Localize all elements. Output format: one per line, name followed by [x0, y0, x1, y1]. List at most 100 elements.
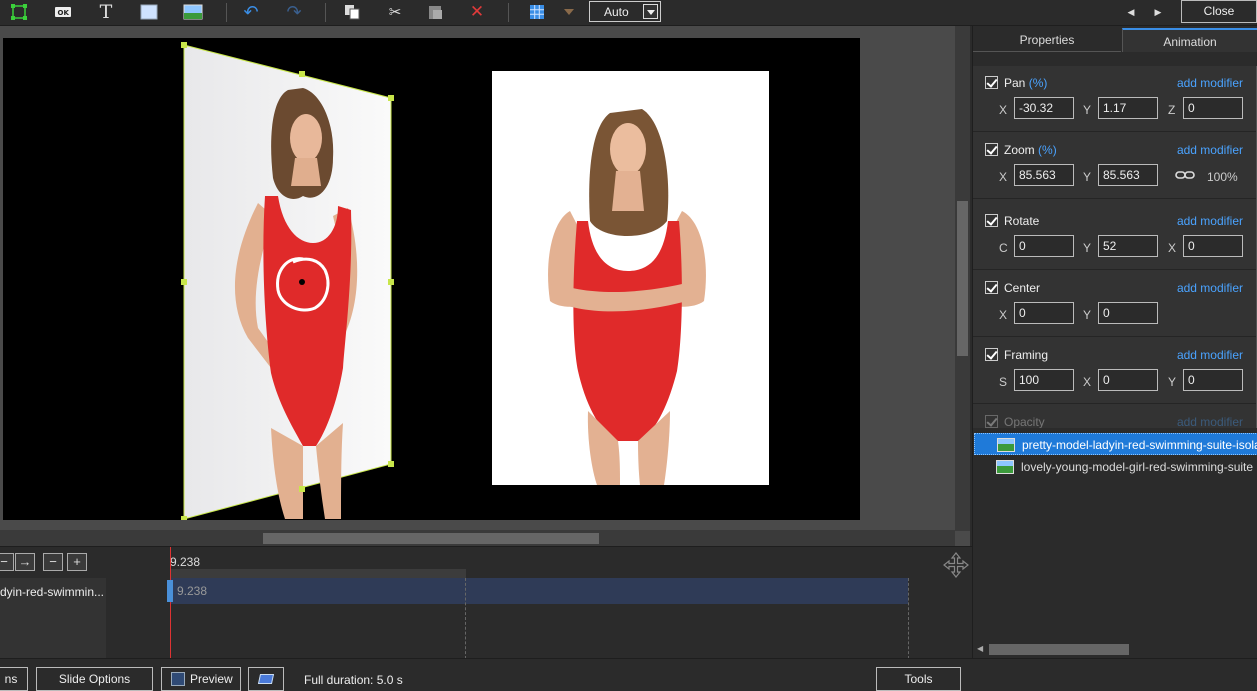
image-icon [997, 438, 1015, 452]
scroll-thumb[interactable] [263, 533, 599, 544]
zoom-title: Zoom [1004, 143, 1035, 157]
copy-icon[interactable] [341, 2, 363, 22]
rotate-y-field[interactable]: 52 [1098, 235, 1158, 257]
opacity-add-modifier-link[interactable]: add modifier [1177, 415, 1243, 428]
move-icon[interactable] [942, 551, 970, 579]
ok-button-icon[interactable]: OK [52, 2, 74, 22]
opacity-checkbox[interactable] [985, 415, 998, 428]
timeline-left-button[interactable]: − [0, 553, 14, 571]
center-x-field[interactable]: 0 [1014, 302, 1074, 324]
image-icon [996, 460, 1014, 474]
zoom-y-field[interactable]: 85.563 [1098, 164, 1158, 186]
pan-z-label: Z [1168, 103, 1176, 117]
list-horizontal-scrollbar[interactable]: ◀ [973, 641, 1257, 657]
canvas-horizontal-scrollbar[interactable] [0, 530, 955, 546]
framing-x-field[interactable]: 0 [1098, 369, 1158, 391]
center-add-modifier-link[interactable]: add modifier [1177, 281, 1243, 295]
center-y-field[interactable]: 0 [1098, 302, 1158, 324]
playhead[interactable] [170, 547, 171, 659]
pan-checkbox[interactable] [985, 76, 998, 89]
opacity-title: Opacity [1004, 415, 1045, 428]
rotate-checkbox[interactable] [985, 214, 998, 227]
rotate-c-label: C [999, 241, 1008, 255]
timeline-time: 9.238 [170, 555, 201, 569]
screen-button[interactable] [248, 667, 284, 691]
timeline-range [170, 569, 466, 578]
playhead-handle[interactable] [167, 580, 173, 602]
close-button[interactable]: Close [1181, 0, 1257, 23]
scroll-thumb[interactable] [957, 201, 968, 356]
rectangle-icon[interactable] [138, 2, 160, 22]
list-item[interactable]: pretty-model-ladyin-red-swimming-suite-i… [974, 433, 1257, 455]
tab-animation[interactable]: Animation [1122, 28, 1257, 52]
framing-y-field[interactable]: 0 [1183, 369, 1243, 391]
prev-arrow-icon[interactable]: ◀ [1120, 2, 1142, 22]
delete-icon[interactable]: ✕ [466, 2, 488, 22]
toolbar: OK T ↶ ↷ ✂ ✕ Auto ◀ ▶ Close [0, 0, 1257, 26]
full-duration: Full duration: 5.0 s [304, 673, 403, 687]
pan-x-field[interactable]: -30.32 [1014, 97, 1074, 119]
pan-y-field[interactable]: 1.17 [1098, 97, 1158, 119]
list-item[interactable]: lovely-young-model-girl-red-swimming-sui… [974, 456, 1257, 478]
auto-select-value: Auto [604, 5, 629, 19]
framing-checkbox[interactable] [985, 348, 998, 361]
clip-time: 9.238 [177, 584, 208, 598]
text-icon[interactable]: T [95, 1, 117, 23]
framing-section: Framing add modifier S 100 X 0 Y 0 [973, 338, 1256, 404]
grid-icon[interactable] [526, 2, 548, 22]
pan-section: Pan (%) add modifier X -30.32 Y 1.17 Z 0 [973, 66, 1256, 132]
rotate-c-field[interactable]: 0 [1014, 235, 1074, 257]
frame-icon[interactable] [8, 2, 30, 22]
list-item-name: lovely-young-model-girl-red-swimming-sui… [1021, 460, 1254, 474]
arrow-down-icon[interactable] [558, 2, 580, 22]
pan-add-modifier-link[interactable]: add modifier [1177, 76, 1243, 90]
zoom-out-button[interactable]: − [43, 553, 63, 571]
framing-s-label: S [999, 375, 1008, 389]
pan-x-label: X [999, 103, 1008, 117]
chevron-down-icon[interactable] [643, 4, 658, 19]
track-name: dyin-red-swimmin... [0, 585, 105, 599]
rotate-add-modifier-link[interactable]: add modifier [1177, 214, 1243, 228]
zoom-add-modifier-link[interactable]: add modifier [1177, 143, 1243, 157]
timeline-arrow-button[interactable]: → [15, 553, 35, 571]
scroll-thumb[interactable] [989, 644, 1129, 655]
center-title: Center [1004, 281, 1041, 295]
framing-y-label: Y [1168, 375, 1177, 389]
paste-icon[interactable] [424, 2, 446, 22]
center-x-label: X [999, 308, 1008, 322]
link-icon[interactable] [1175, 170, 1195, 180]
play-icon [171, 672, 185, 686]
framing-s-field[interactable]: 100 [1014, 369, 1074, 391]
canvas-area[interactable] [0, 26, 970, 546]
pan-z-field[interactable]: 0 [1183, 97, 1243, 119]
zoom-unit: (%) [1038, 143, 1057, 157]
slide-options-button[interactable]: Slide Options [36, 667, 153, 691]
scroll-left-icon[interactable]: ◀ [977, 644, 983, 653]
screen-icon [257, 674, 275, 684]
center-checkbox[interactable] [985, 281, 998, 294]
second-image[interactable] [492, 71, 769, 485]
auto-select[interactable]: Auto [589, 1, 661, 22]
canvas-vertical-scrollbar[interactable] [955, 26, 970, 531]
options-button[interactable]: ns [0, 667, 28, 691]
zoom-percent: 100% [1207, 170, 1238, 184]
zoom-x-label: X [999, 170, 1008, 184]
center-section: Center add modifier X 0 Y 0 [973, 271, 1256, 337]
tools-button[interactable]: Tools [876, 667, 961, 691]
rotate-x-field[interactable]: 0 [1183, 235, 1243, 257]
framing-add-modifier-link[interactable]: add modifier [1177, 348, 1243, 362]
zoom-in-button[interactable]: + [67, 553, 87, 571]
preview-button[interactable]: Preview [161, 667, 241, 691]
zoom-section: Zoom (%) add modifier X 85.563 Y 85.563 … [973, 133, 1256, 199]
image-icon[interactable] [182, 2, 204, 22]
slide-stage[interactable] [3, 38, 860, 520]
object-list: pretty-model-ladyin-red-swimming-suite-i… [973, 431, 1257, 636]
zoom-x-field[interactable]: 85.563 [1014, 164, 1074, 186]
undo-icon[interactable]: ↶ [240, 2, 262, 22]
zoom-checkbox[interactable] [985, 143, 998, 156]
cut-icon[interactable]: ✂ [384, 2, 406, 22]
redo-icon[interactable]: ↷ [283, 2, 305, 22]
timeline-clip[interactable]: 9.238 [170, 578, 908, 604]
tab-properties[interactable]: Properties [973, 28, 1121, 52]
next-arrow-icon[interactable]: ▶ [1147, 2, 1169, 22]
